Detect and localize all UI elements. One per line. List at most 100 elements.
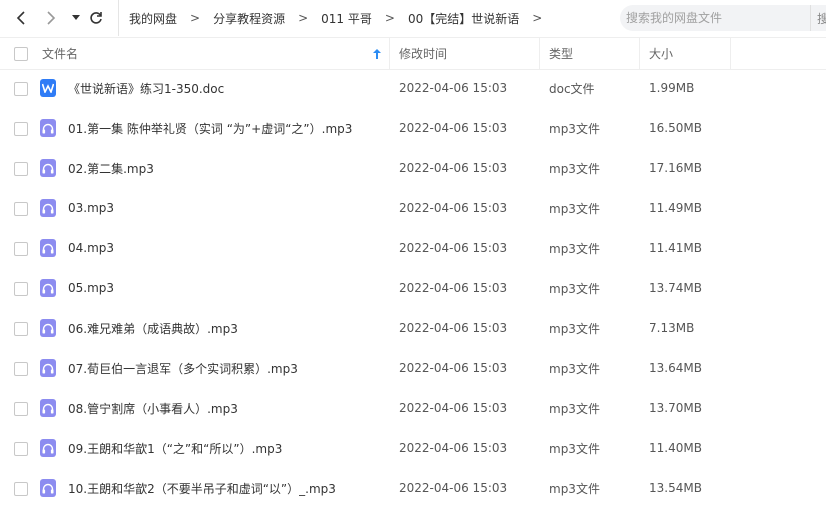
file-row[interactable]: 06.难兄难弟（成语典故）.mp3 2022-04-06 15:03 mp3文件… [0,308,826,348]
audio-file-icon [40,199,56,217]
word-doc-icon [40,79,56,97]
file-type: mp3文件 [549,441,600,456]
file-checkbox[interactable] [14,362,28,376]
file-row[interactable]: 03.mp3 2022-04-06 15:03 mp3文件 11.49MB [0,188,826,228]
refresh-button[interactable] [85,6,107,30]
file-modified: 2022-04-06 15:03 [399,321,508,335]
sort-button[interactable] [373,38,381,69]
column-header-size-label: 大小 [649,47,674,61]
column-header-type[interactable]: 类型 [549,38,573,69]
audio-file-icon [40,359,56,377]
forward-button[interactable] [40,6,62,30]
history-dropdown-button[interactable] [65,6,87,30]
audio-file-icon [40,159,56,177]
file-checkbox[interactable] [14,162,28,176]
file-type: mp3文件 [549,161,600,176]
sort-up-arrow-icon [373,48,381,59]
breadcrumb-separator: > [532,11,543,25]
file-row[interactable]: 09.王朗和华歆1（“之”和“所以”）.mp3 2022-04-06 15:03… [0,428,826,468]
headphones-glyph [42,163,54,173]
search-button[interactable]: 搜索 [810,5,826,31]
headphones-glyph [42,203,54,213]
file-name[interactable]: 08.管宁割席（小事看人）.mp3 [68,388,238,428]
file-checkbox[interactable] [14,402,28,416]
headphones-glyph [42,283,54,293]
file-modified: 2022-04-06 15:03 [399,481,508,495]
file-size: 11.49MB [649,201,702,215]
file-name[interactable]: 09.王朗和华歆1（“之”和“所以”）.mp3 [68,428,282,468]
headphones-glyph [42,323,54,333]
file-size: 13.64MB [649,361,702,375]
back-button[interactable] [10,6,32,30]
audio-file-icon [40,279,56,297]
file-list-header: 文件名 修改时间 类型 大小 [0,37,826,70]
breadcrumb-item-current-folder[interactable]: 00【完结】世说新语 [408,10,519,27]
dropdown-triangle-icon [72,15,80,20]
breadcrumb-item-pingge[interactable]: 011 平哥 [321,10,372,27]
file-row[interactable]: 10.王朗和华歆2（不要半吊子和虚词“以”）_.mp3 2022-04-06 1… [0,468,826,508]
file-modified: 2022-04-06 15:03 [399,121,508,135]
breadcrumb-separator: > [190,11,201,25]
audio-file-icon [40,319,56,337]
file-checkbox[interactable] [14,482,28,496]
file-name[interactable]: 03.mp3 [68,188,114,228]
breadcrumb-item-my-disk[interactable]: 我的网盘 [129,10,177,27]
file-type: mp3文件 [549,121,600,136]
file-checkbox[interactable] [14,82,28,96]
column-divider[interactable] [539,38,540,69]
file-name[interactable]: 04.mp3 [68,228,114,268]
file-size: 13.54MB [649,481,702,495]
column-header-type-label: 类型 [549,47,574,61]
file-modified: 2022-04-06 15:03 [399,441,508,455]
search-input[interactable] [620,10,798,26]
file-type: mp3文件 [549,241,600,256]
column-divider[interactable] [389,38,390,69]
file-row[interactable]: 07.荀巨伯一言退军（多个实词积累）.mp3 2022-04-06 15:03 … [0,348,826,388]
breadcrumb-item-shared-resources[interactable]: 分享教程资源 [213,10,285,27]
file-row[interactable]: 02.第二集.mp3 2022-04-06 15:03 mp3文件 17.16M… [0,148,826,188]
file-name[interactable]: 07.荀巨伯一言退军（多个实词积累）.mp3 [68,348,298,388]
file-type: mp3文件 [549,321,600,336]
file-checkbox[interactable] [14,202,28,216]
file-type: mp3文件 [549,361,600,376]
column-header-modified[interactable]: 修改时间 [399,38,447,69]
column-header-name[interactable]: 文件名 [42,38,382,69]
file-row[interactable]: 《世说新语》练习1-350.doc 2022-04-06 15:03 doc文件… [0,68,826,108]
file-size: 17.16MB [649,161,702,175]
file-row[interactable]: 05.mp3 2022-04-06 15:03 mp3文件 13.74MB [0,268,826,308]
file-size: 16.50MB [649,121,702,135]
audio-file-icon [40,399,56,417]
file-row[interactable]: 01.第一集 陈仲举礼贤（实词 “为”+虚词“之”）.mp3 2022-04-0… [0,108,826,148]
file-modified: 2022-04-06 15:03 [399,281,508,295]
file-checkbox[interactable] [14,322,28,336]
search-button-label: 搜索 [817,10,826,27]
file-row[interactable]: 08.管宁割席（小事看人）.mp3 2022-04-06 15:03 mp3文件… [0,388,826,428]
headphones-glyph [42,483,54,493]
file-modified: 2022-04-06 15:03 [399,161,508,175]
file-name[interactable]: 06.难兄难弟（成语典故）.mp3 [68,308,238,348]
file-name[interactable]: 10.王朗和华歆2（不要半吊子和虚词“以”）_.mp3 [68,468,336,508]
file-name[interactable]: 02.第二集.mp3 [68,148,154,188]
file-name[interactable]: 01.第一集 陈仲举礼贤（实词 “为”+虚词“之”）.mp3 [68,108,352,148]
chevron-right-icon [47,11,56,25]
select-all-checkbox[interactable] [14,47,28,61]
file-size: 11.41MB [649,241,702,255]
file-type: doc文件 [549,81,595,96]
file-checkbox[interactable] [14,122,28,136]
file-name[interactable]: 《世说新语》练习1-350.doc [68,68,224,108]
top-navigation-bar: 我的网盘 > 分享教程资源 > 011 平哥 > 00【完结】世说新语 > 搜索 [0,0,826,36]
breadcrumb: 我的网盘 > 分享教程资源 > 011 平哥 > 00【完结】世说新语 > [118,0,555,36]
audio-file-icon [40,239,56,257]
file-name[interactable]: 05.mp3 [68,268,114,308]
file-checkbox[interactable] [14,442,28,456]
column-divider[interactable] [730,38,731,69]
refresh-icon [90,12,102,24]
file-size: 11.40MB [649,441,702,455]
column-header-size[interactable]: 大小 [649,38,673,69]
audio-file-icon [40,439,56,457]
file-row[interactable]: 04.mp3 2022-04-06 15:03 mp3文件 11.41MB [0,228,826,268]
file-checkbox[interactable] [14,282,28,296]
headphones-glyph [42,443,54,453]
column-divider[interactable] [639,38,640,69]
file-checkbox[interactable] [14,242,28,256]
